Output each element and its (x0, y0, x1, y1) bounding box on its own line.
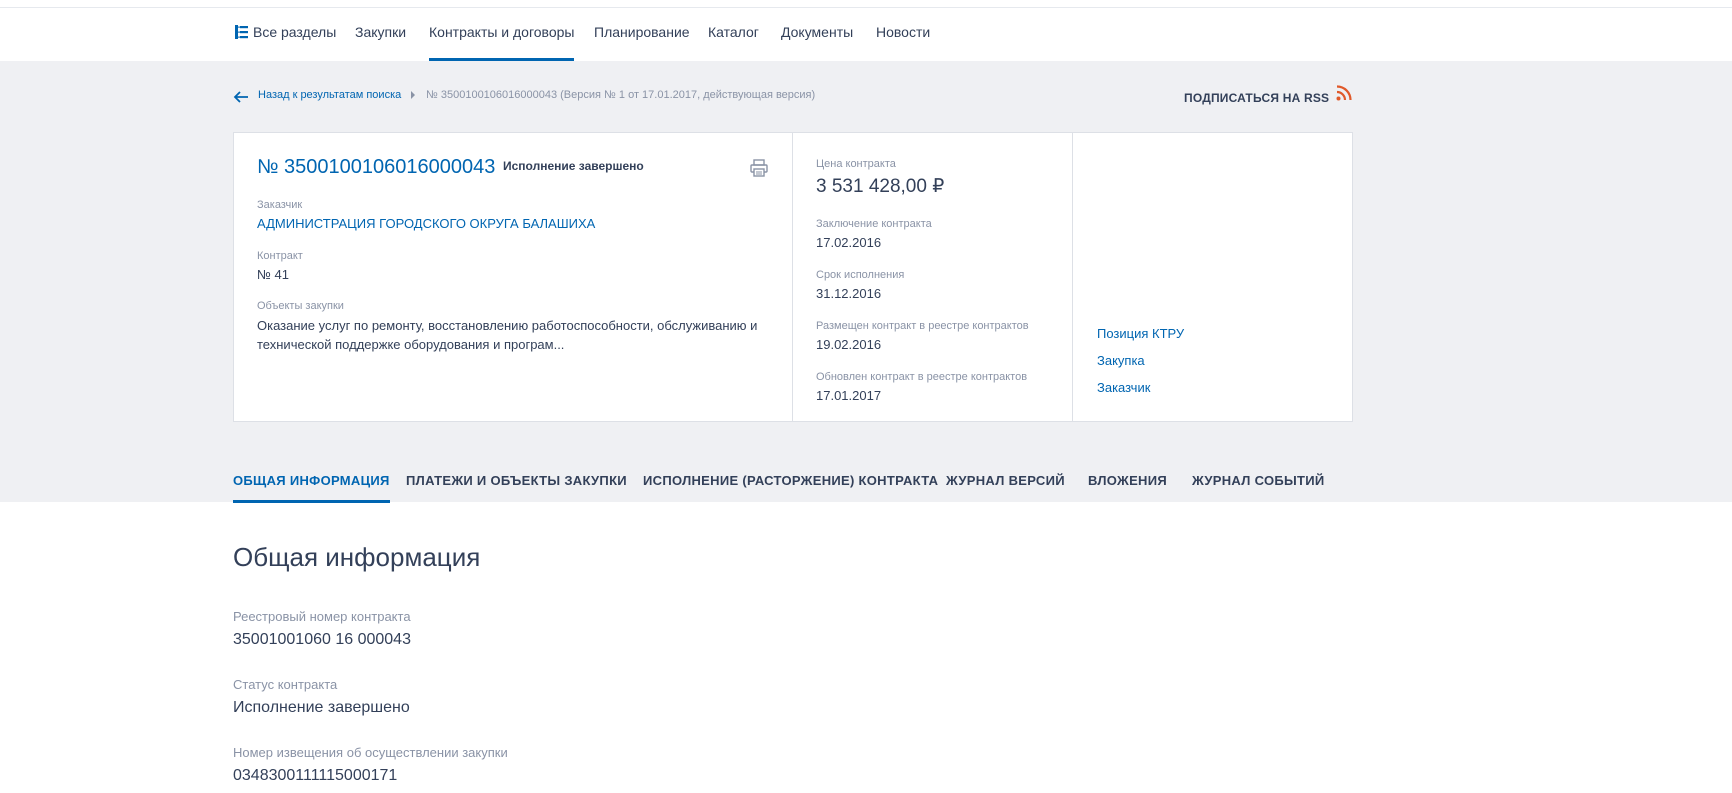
print-icon[interactable] (749, 158, 769, 178)
placed-value: 19.02.2016 (816, 337, 882, 352)
nav-planning[interactable]: Планирование (594, 8, 690, 61)
nav-catalog[interactable]: Каталог (708, 8, 759, 61)
contract-label: Контракт (257, 250, 303, 262)
nav-contracts[interactable]: Контракты и договоры (429, 8, 575, 61)
registry-number-label: Реестровый номер контракта (233, 609, 411, 624)
contract-status-value: Исполнение завершено (233, 699, 410, 716)
updated-value: 17.01.2017 (816, 388, 882, 403)
ktru-position-link[interactable]: Позиция КТРУ (1097, 326, 1184, 341)
notice-number-link[interactable]: 0348300111115000171 (233, 767, 397, 785)
subscribe-rss-link[interactable]: ПОДПИСАТЬСЯ НА RSS (1184, 91, 1329, 105)
tab-execution[interactable]: ИСПОЛНЕНИЕ (РАСТОРЖЕНИЕ) КОНТРАКТА (643, 473, 938, 503)
top-navigation: Все разделы Закупки Контракты и договоры… (0, 8, 1732, 61)
customer-page-link[interactable]: Заказчик (1097, 380, 1150, 395)
nav-purchases[interactable]: Закупки (355, 8, 406, 61)
tab-version-log[interactable]: ЖУРНАЛ ВЕРСИЙ (946, 473, 1065, 503)
tab-event-log[interactable]: ЖУРНАЛ СОБЫТИЙ (1192, 473, 1325, 503)
conclusion-label: Заключение контракта (816, 218, 932, 230)
nav-news[interactable]: Новости (876, 8, 930, 61)
contract-value: № 41 (257, 267, 290, 282)
contract-number-link[interactable]: № 3500100106016000043 (257, 156, 495, 179)
nav-documents[interactable]: Документы (781, 8, 853, 61)
registry-number-value: 35001001060 16 000043 (233, 631, 411, 648)
notice-number-label: Номер извещения об осуществлении закупки (233, 745, 508, 760)
card-divider (1072, 133, 1073, 421)
card-divider (792, 133, 793, 421)
customer-link[interactable]: АДМИНИСТРАЦИЯ ГОРОДСКОГО ОКРУГА БАЛАШИХА (257, 216, 595, 231)
nav-all-sections[interactable]: Все разделы (235, 8, 336, 61)
arrow-left-icon[interactable] (233, 89, 249, 105)
nav-label: Все разделы (253, 24, 337, 40)
objects-label: Объекты закупки (257, 300, 344, 312)
chevron-right-icon (411, 91, 415, 99)
contract-status-badge: Исполнение завершено (503, 159, 644, 173)
tab-attachments[interactable]: ВЛОЖЕНИЯ (1088, 473, 1167, 503)
tab-payments-objects[interactable]: ПЛАТЕЖИ И ОБЪЕКТЫ ЗАКУПКИ (406, 473, 627, 503)
conclusion-value: 17.02.2016 (816, 235, 882, 250)
contract-status-label: Статус контракта (233, 677, 338, 692)
rss-icon[interactable] (1336, 85, 1352, 101)
price-value: 3 531 428,00 ₽ (816, 176, 945, 197)
term-value: 31.12.2016 (816, 286, 882, 301)
updated-label: Обновлен контракт в реестре контрактов (816, 371, 1028, 383)
back-to-results-link[interactable]: Назад к результатам поиска (258, 89, 401, 101)
tab-general-info[interactable]: ОБЩАЯ ИНФОРМАЦИЯ (233, 473, 390, 503)
sections-icon (235, 25, 248, 39)
purchase-link[interactable]: Закупка (1097, 353, 1145, 368)
breadcrumb-current: № 3500100106016000043 (Версия № 1 от 17.… (426, 89, 816, 101)
customer-label: Заказчик (257, 199, 303, 211)
placed-label: Размещен контракт в реестре контрактов (816, 320, 1029, 332)
term-label: Срок исполнения (816, 269, 905, 281)
section-title: Общая информация (233, 542, 481, 572)
objects-value: Оказание услуг по ремонту, восстановлени… (257, 318, 758, 352)
price-label: Цена контракта (816, 158, 896, 170)
